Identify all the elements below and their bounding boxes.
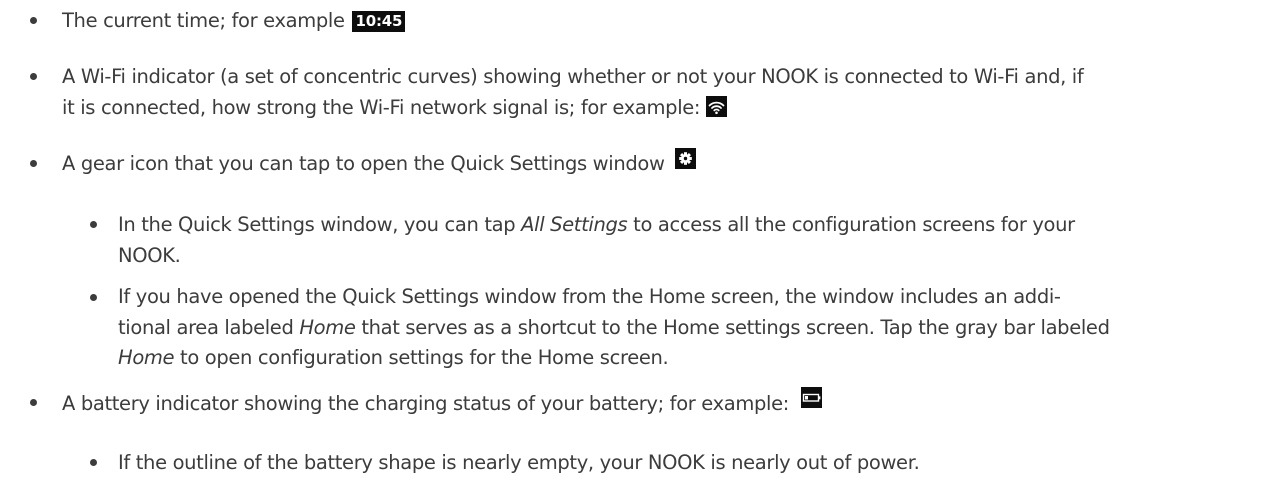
list-subitem-all-settings: In the Quick Settings window, you can ta… [118, 209, 1254, 271]
bullet [30, 73, 37, 80]
item-text: The current time; for example [62, 9, 351, 32]
item-text-line: NOOK. [118, 244, 181, 267]
list-item-time: The current time; for example 10:45 [62, 5, 1252, 36]
list-item-wifi: A Wi-Fi indicator (a set of concentric c… [62, 61, 1252, 123]
list-item-battery: A battery indicator showing the charging… [62, 387, 1252, 419]
item-text-line: A Wi-Fi indicator (a set of concentric c… [62, 65, 1084, 88]
bullet [90, 294, 97, 301]
list-subitem-battery-empty: If the outline of the battery shape is n… [118, 447, 1254, 478]
item-text: A battery indicator showing the charging… [62, 392, 789, 415]
item-text: A gear icon that you can tap to open the… [62, 152, 665, 175]
bullet [30, 17, 37, 24]
battery-icon [801, 387, 822, 408]
item-text-line: If you have opened the Quick Settings wi… [118, 285, 1061, 308]
bullet [90, 459, 97, 466]
item-text: to open configuration settings for the H… [174, 346, 669, 369]
wifi-icon [706, 96, 728, 117]
item-text-emphasis: Home [118, 346, 175, 369]
time-badge: 10:45 [352, 11, 406, 32]
bullet [30, 160, 37, 167]
item-text: In the Quick Settings window, you can ta… [118, 213, 522, 236]
list-item-gear: A gear icon that you can tap to open the… [62, 148, 1252, 179]
item-text-emphasis: Home [299, 315, 356, 339]
item-text-line: it is connected, how strong the Wi-Fi ne… [62, 96, 701, 119]
item-text: that serves as a shortcut to the Home se… [355, 315, 1110, 339]
item-text: tional area labeled [118, 315, 300, 339]
bullet [30, 399, 37, 406]
gear-icon [674, 148, 696, 169]
list-subitem-home: If you have opened the Quick Settings wi… [118, 282, 1254, 374]
bullet [90, 221, 97, 228]
item-text-emphasis: All Settings [521, 213, 628, 236]
item-text: If the outline of the battery shape is n… [118, 451, 920, 474]
document-page: The current time; for example 10:45 A Wi… [0, 0, 1266, 478]
item-text: to access all the configuration screens … [627, 213, 1075, 236]
